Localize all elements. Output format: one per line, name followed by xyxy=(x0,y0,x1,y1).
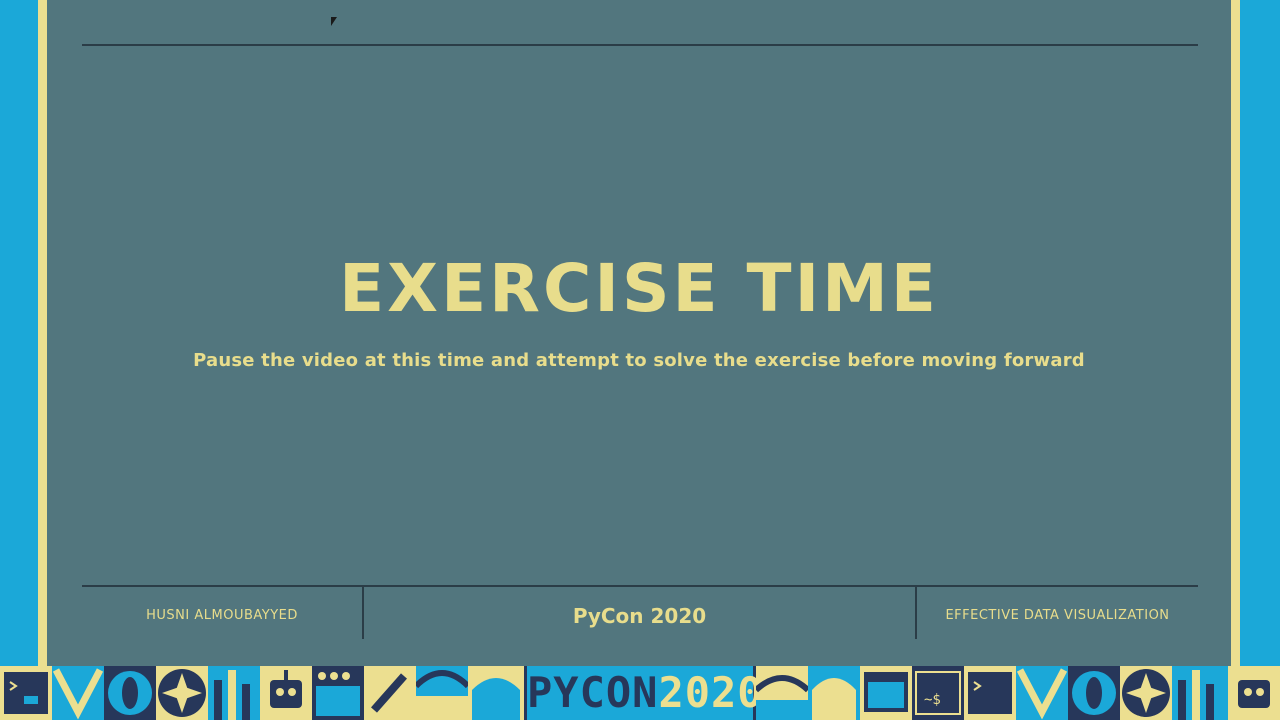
robot-icon xyxy=(1228,666,1280,720)
slide-title: EXERCISE TIME xyxy=(339,250,939,327)
pycon-logo: PYCON2020 xyxy=(524,666,763,720)
pycon-banner: PYCON2020 ~$ xyxy=(0,666,1280,720)
terminal-prompt-icon xyxy=(0,666,52,720)
mouse-cursor-icon xyxy=(331,17,337,26)
chevron-pattern-icon xyxy=(52,666,104,720)
talk-title: EFFECTIVE DATA VISUALIZATION xyxy=(945,608,1170,623)
leaf-icon xyxy=(104,666,156,720)
logo-word: PYCON xyxy=(527,668,659,717)
arch-icon xyxy=(808,666,860,720)
browser-window-icon xyxy=(312,666,364,720)
terminal-prompt-icon xyxy=(964,666,1016,720)
slide-border-left xyxy=(38,0,47,666)
bar-columns-icon xyxy=(208,666,260,720)
svg-text:~$: ~$ xyxy=(924,692,941,708)
browser-window-icon xyxy=(860,666,912,720)
star-diamond-icon xyxy=(1120,666,1172,720)
bar-columns-icon xyxy=(1172,666,1228,720)
footer-divider xyxy=(82,585,1198,587)
presenter-name: HUSNI ALMOUBAYYED xyxy=(146,608,298,623)
bridge-icon xyxy=(756,666,808,720)
bridge-icon xyxy=(416,666,468,720)
slide-subtitle: Pause the video at this time and attempt… xyxy=(193,350,1085,371)
chevron-pattern-icon xyxy=(1016,666,1068,720)
wrench-icon xyxy=(364,666,416,720)
top-divider xyxy=(82,44,1198,46)
slide-border-right xyxy=(1231,0,1240,666)
event-name: PyCon 2020 xyxy=(572,604,707,628)
terminal-dollar-icon: ~$ xyxy=(912,666,964,720)
leaf-icon xyxy=(1068,666,1120,720)
logo-year: 2020 xyxy=(658,668,764,717)
slide: EXERCISE TIME Pause the video at this ti… xyxy=(47,0,1231,666)
robot-icon xyxy=(260,666,312,720)
arch-icon xyxy=(468,666,524,720)
star-diamond-icon xyxy=(156,666,208,720)
